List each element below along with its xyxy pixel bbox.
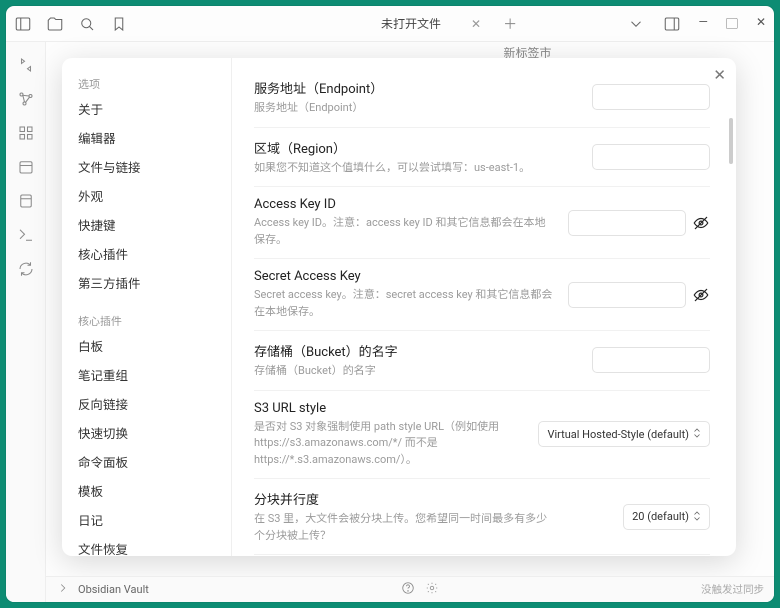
sync-icon[interactable] xyxy=(17,260,35,278)
bookmark-icon[interactable] xyxy=(110,15,128,33)
sidebar-left-icon[interactable] xyxy=(14,15,32,33)
sidebar-item-command-palette[interactable]: 命令面板 xyxy=(70,447,227,476)
setting-desc: 如果您不知道这个值填什么，可以尝试填写：us-east-1。 xyxy=(254,160,556,177)
modal-close-button[interactable]: ✕ xyxy=(713,66,726,84)
chevrons-icon xyxy=(691,427,703,442)
chevron-down-icon[interactable] xyxy=(627,15,645,33)
setting-title: 区域（Region） xyxy=(254,138,556,157)
setting-desc: Secret access key。注意：secret access key 和… xyxy=(254,287,554,320)
sync-status: 没触发过同步 xyxy=(701,582,764,597)
sidebar-item-backlinks[interactable]: 反向链接 xyxy=(70,389,227,418)
secret-access-key-input[interactable] xyxy=(568,282,686,308)
settings-sidebar: 选项 关于 编辑器 文件与链接 外观 快捷键 核心插件 第三方插件 核心插件 白… xyxy=(62,58,232,556)
chevron-right-icon[interactable] xyxy=(56,581,70,598)
window-maximize[interactable]: ▢ xyxy=(726,15,738,33)
sidebar-item-hotkeys[interactable]: 快捷键 xyxy=(70,210,227,239)
section-options: 选项 xyxy=(70,70,227,94)
window-close[interactable]: ✕ xyxy=(756,15,766,33)
search-icon[interactable] xyxy=(78,15,96,33)
sidebar-item-file-recovery[interactable]: 文件恢复 xyxy=(70,534,227,556)
help-icon[interactable] xyxy=(401,581,415,598)
sidebar-item-about[interactable]: 关于 xyxy=(70,94,227,123)
scrollbar-thumb[interactable] xyxy=(729,118,733,164)
section-core: 核心插件 xyxy=(70,307,227,331)
files-icon[interactable] xyxy=(46,15,64,33)
settings-modal: 选项 关于 编辑器 文件与链接 外观 快捷键 核心插件 第三方插件 核心插件 白… xyxy=(62,58,736,556)
url-style-select[interactable]: Virtual Hosted-Style (default) xyxy=(538,421,710,447)
setting-title: 分块并行度 xyxy=(254,489,556,508)
setting-title: Secret Access Key xyxy=(254,269,554,284)
eye-off-icon[interactable] xyxy=(692,286,710,304)
command-icon[interactable] xyxy=(17,226,35,244)
endpoint-input[interactable] xyxy=(592,84,710,110)
setting-desc: 是否对 S3 对象强制使用 path style URL（例如使用 https:… xyxy=(254,419,524,469)
sidebar-item-files-links[interactable]: 文件与链接 xyxy=(70,152,227,181)
quick-switcher-icon[interactable] xyxy=(17,56,35,74)
window-minimize[interactable]: — xyxy=(699,15,708,33)
sidebar-item-quick-switcher[interactable]: 快速切换 xyxy=(70,418,227,447)
access-key-id-input[interactable] xyxy=(568,210,686,236)
setting-desc: 存储桶（Bucket）的名字 xyxy=(254,363,556,380)
setting-title: 存储桶（Bucket）的名字 xyxy=(254,341,556,360)
status-bar: Obsidian Vault 没触发过同步 xyxy=(46,576,774,602)
sidebar-item-editor[interactable]: 编辑器 xyxy=(70,123,227,152)
select-value: Virtual Hosted-Style (default) xyxy=(547,428,689,441)
new-tab-button[interactable]: ＋ xyxy=(503,14,517,34)
setting-title: S3 URL style xyxy=(254,401,524,416)
sidebar-item-templates[interactable]: 模板 xyxy=(70,476,227,505)
tab-no-file[interactable]: 未打开文件 ✕ xyxy=(373,15,489,32)
setting-desc: Access key ID。注意：access key ID 和其它信息都会在本… xyxy=(254,215,554,248)
setting-title: 服务地址（Endpoint） xyxy=(254,78,556,97)
sidebar-item-note-composer[interactable]: 笔记重组 xyxy=(70,360,227,389)
setting-desc: 在 S3 里，大文件会被分块上传。您希望同一时间最多有多少个分块被上传？ xyxy=(254,511,556,544)
sidebar-right-icon[interactable] xyxy=(663,15,681,33)
vault-name: Obsidian Vault xyxy=(78,583,149,596)
parts-select[interactable]: 20 (default) xyxy=(623,504,710,530)
graph-icon[interactable] xyxy=(17,90,35,108)
bucket-input[interactable] xyxy=(592,347,710,373)
canvas-icon[interactable] xyxy=(17,124,35,142)
sidebar-item-appearance[interactable]: 外观 xyxy=(70,181,227,210)
sidebar-item-canvas[interactable]: 白板 xyxy=(70,331,227,360)
sidebar-item-core-plugins[interactable]: 核心插件 xyxy=(70,239,227,268)
tab-label: 未打开文件 xyxy=(381,15,441,32)
select-value: 20 (default) xyxy=(632,510,689,523)
daily-note-icon[interactable] xyxy=(17,158,35,176)
sidebar-item-daily-notes[interactable]: 日记 xyxy=(70,505,227,534)
region-input[interactable] xyxy=(592,144,710,170)
titlebar: 未打开文件 ✕ ＋ — ▢ ✕ xyxy=(6,6,774,42)
eye-off-icon[interactable] xyxy=(692,214,710,232)
settings-content: ✕ 服务地址（Endpoint） 服务地址（Endpoint） 区域（Regio… xyxy=(232,58,736,556)
setting-title: Access Key ID xyxy=(254,197,554,212)
setting-desc: 服务地址（Endpoint） xyxy=(254,100,556,117)
sidebar-item-community-plugins[interactable]: 第三方插件 xyxy=(70,268,227,297)
gear-icon[interactable] xyxy=(425,581,439,598)
close-icon[interactable]: ✕ xyxy=(471,17,481,31)
ribbon xyxy=(6,42,46,602)
chevrons-icon xyxy=(691,510,703,525)
template-icon[interactable] xyxy=(17,192,35,210)
